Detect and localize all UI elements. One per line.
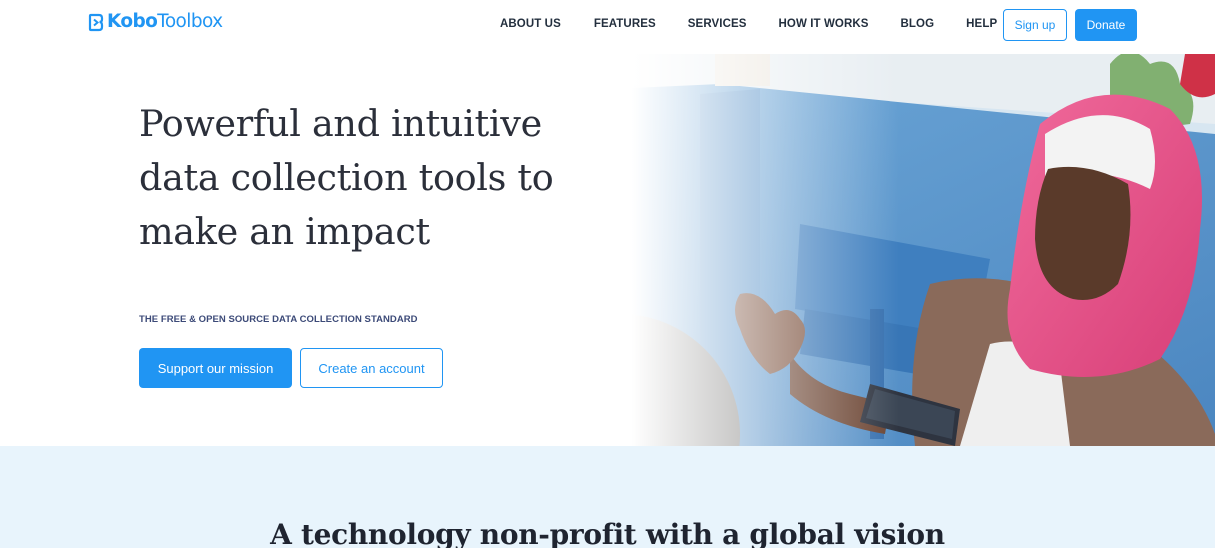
hero-title: Powerful and intuitive data collection t… — [139, 102, 554, 253]
main-nav: ABOUT US FEATURES SERVICES HOW IT WORKS … — [500, 18, 997, 30]
signup-button[interactable]: Sign up — [1003, 9, 1067, 41]
site-header: KoboToolbox ABOUT US FEATURES SERVICES H… — [0, 0, 1215, 54]
vision-section: A technology non-profit with a global vi… — [0, 446, 1215, 548]
hero-section: Powerful and intuitive data collection t… — [0, 54, 1215, 446]
nav-help[interactable]: HELP — [966, 18, 997, 30]
create-account-button[interactable]: Create an account — [300, 348, 443, 388]
nav-features[interactable]: FEATURES — [594, 18, 656, 30]
logo-text-bold: Kobo — [107, 11, 158, 32]
support-mission-button[interactable]: Support our mission — [139, 348, 292, 388]
logo-text-light: Toolbox — [157, 11, 223, 32]
nav-blog[interactable]: BLOG — [901, 18, 935, 30]
hero-subtitle: THE FREE & OPEN SOURCE DATA COLLECTION S… — [139, 314, 418, 325]
donate-button[interactable]: Donate — [1075, 9, 1137, 41]
nav-about-us[interactable]: ABOUT US — [500, 18, 561, 30]
nav-how-it-works[interactable]: HOW IT WORKS — [779, 18, 869, 30]
logo-wordmark: KoboToolbox — [107, 11, 223, 33]
kobo-logo-icon — [88, 13, 104, 31]
nav-services[interactable]: SERVICES — [688, 18, 747, 30]
kobotoolbox-logo[interactable]: KoboToolbox — [88, 11, 223, 33]
vision-title: A technology non-profit with a global vi… — [270, 518, 945, 548]
